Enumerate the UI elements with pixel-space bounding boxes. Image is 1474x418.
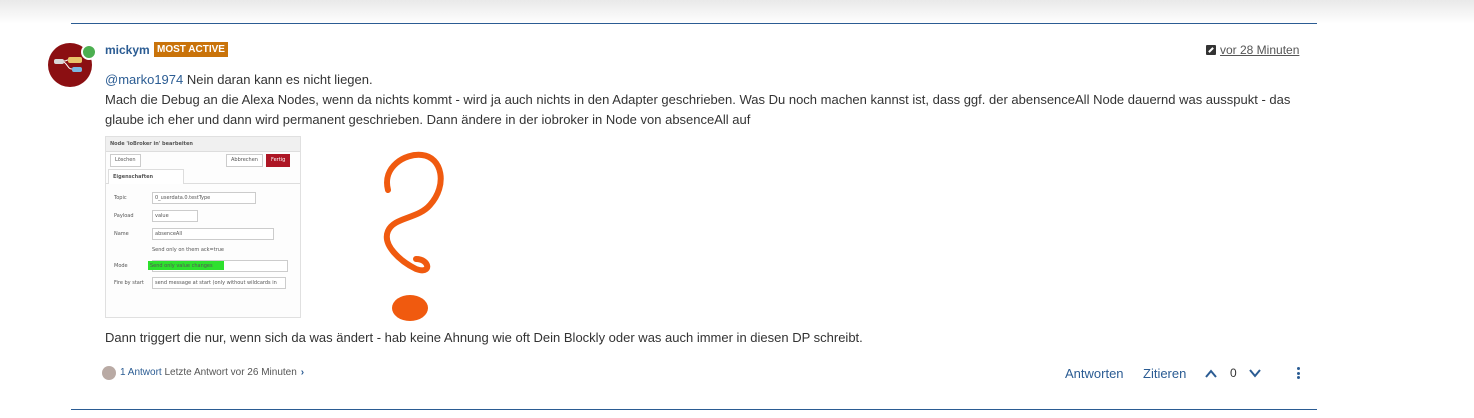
post-closing-text: Dann triggert die nur, wenn sich da was …: [105, 330, 863, 345]
screenshot-done-button: Fertig: [266, 154, 291, 167]
quote-button[interactable]: Zitieren: [1143, 366, 1186, 381]
screenshot-mode-value: Send only value changes: [150, 263, 213, 269]
online-status-indicator: [81, 44, 97, 60]
screenshot-fire-value: send message at start (only without wild…: [155, 280, 277, 286]
post-timestamp[interactable]: vor 28 Minuten: [1206, 43, 1299, 57]
screenshot-fire-field: send message at start (only without wild…: [152, 277, 286, 289]
user-mention[interactable]: @marko1974: [105, 72, 183, 87]
screenshot-topic-value: 0_userdata.0.testType: [155, 195, 211, 201]
author-username[interactable]: mickym: [105, 43, 150, 57]
screenshot-name-label: Name: [114, 231, 129, 237]
page-top-shade: [0, 0, 1474, 24]
edit-icon: [1206, 45, 1216, 55]
screenshot-mode-label: Mode: [114, 263, 128, 269]
screenshot-tabbar: Eigenschaften: [106, 169, 300, 184]
embedded-screenshot[interactable]: Node 'ioBroker in' bearbeiten Löschen Ab…: [105, 136, 301, 318]
screenshot-tab-label: Eigenschaften: [113, 174, 154, 180]
reply-count[interactable]: 1 Antwort: [120, 367, 162, 378]
most-active-badge: MOST ACTIVE: [154, 42, 228, 57]
chevron-right-icon: ›: [300, 367, 305, 378]
screenshot-tab: Eigenschaften: [108, 169, 184, 184]
replies-summary[interactable]: 1 Antwort Letzte Antwort vor 26 Minuten ›: [102, 365, 304, 381]
post-top-divider: [71, 23, 1317, 24]
post-bottom-divider: [71, 409, 1317, 410]
timestamp-link[interactable]: vor 28 Minuten: [1220, 43, 1299, 57]
screenshot-name-field: absenceAll: [152, 228, 274, 240]
post-content: @marko1974 Nein daran kann es nicht lieg…: [105, 70, 1315, 130]
hand-drawn-question-mark: [383, 151, 444, 321]
vote-count: 0: [1230, 366, 1237, 380]
screenshot-payload-label: Payload: [114, 213, 134, 219]
post-first-line: @marko1974 Nein daran kann es nicht lieg…: [105, 70, 1315, 90]
post-paragraph: Mach die Debug an die Alexa Nodes, wenn …: [105, 92, 1291, 127]
vertical-dots-icon[interactable]: [1297, 367, 1301, 381]
screenshot-delete-button: Löschen: [110, 154, 141, 167]
chevron-up-icon[interactable]: [1205, 369, 1217, 378]
screenshot-fire-label: Fire by start: [114, 280, 144, 286]
last-reply-info: Letzte Antwort vor 26 Minuten: [164, 367, 297, 378]
first-line-text: Nein daran kann es nicht liegen.: [183, 72, 373, 87]
reply-button[interactable]: Antworten: [1065, 366, 1124, 381]
reply-avatar: [102, 366, 116, 380]
screenshot-header: Node 'ioBroker in' bearbeiten: [106, 137, 300, 152]
screenshot-mode-highlight: Send only value changes: [148, 261, 224, 270]
screenshot-payload-field: value: [152, 210, 198, 222]
chevron-down-icon[interactable]: [1249, 369, 1261, 378]
screenshot-checkbox-label: Send only on them ack=true: [152, 247, 224, 253]
screenshot-payload-value: value: [155, 213, 169, 219]
screenshot-topic-field: 0_userdata.0.testType: [152, 192, 256, 204]
screenshot-title: Node 'ioBroker in' bearbeiten: [110, 141, 193, 147]
screenshot-topic-label: Topic: [114, 195, 127, 201]
screenshot-name-value: absenceAll: [155, 231, 183, 237]
screenshot-cancel-button: Abbrechen: [226, 154, 263, 167]
